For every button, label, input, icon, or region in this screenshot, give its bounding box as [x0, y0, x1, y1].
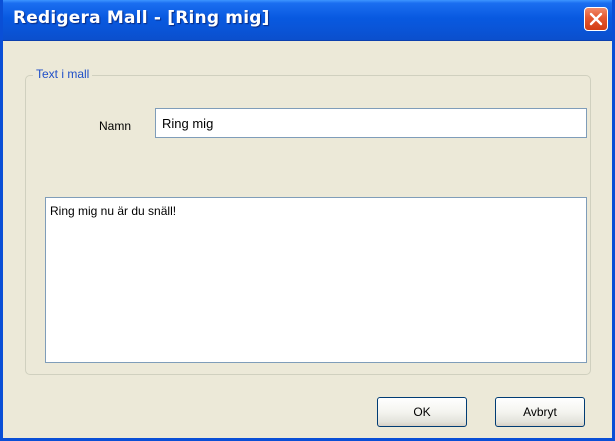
close-icon [589, 12, 603, 26]
ok-button[interactable]: OK [377, 397, 467, 427]
close-button[interactable] [584, 7, 608, 31]
window-title: Redigera Mall - [Ring mig] [13, 8, 270, 28]
name-input[interactable] [155, 108, 587, 138]
cancel-button[interactable]: Avbryt [495, 397, 585, 427]
message-textarea[interactable]: Ring mig nu är du snäll! [45, 197, 587, 363]
name-label: Namn [99, 119, 132, 133]
dialog-window: Redigera Mall - [Ring mig] Text i mall N… [0, 0, 615, 441]
dialog-content: Text i mall Namn Ring mig nu är du snäll… [3, 41, 612, 438]
title-bar[interactable]: Redigera Mall - [Ring mig] [3, 0, 612, 41]
group-legend: Text i mall [33, 67, 93, 81]
